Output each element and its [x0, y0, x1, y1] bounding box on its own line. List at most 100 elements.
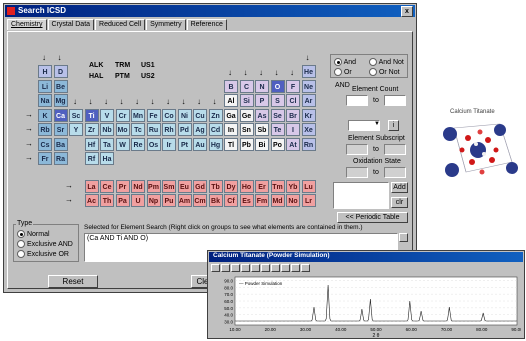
element-te[interactable]: Te [270, 123, 285, 136]
element-n[interactable]: N [255, 79, 269, 93]
element-cr[interactable]: Cr [115, 108, 130, 122]
element-be[interactable]: Be [53, 79, 68, 93]
info-button[interactable]: i [388, 120, 399, 131]
element-d[interactable]: D [53, 65, 68, 78]
element-b[interactable]: B [224, 79, 238, 93]
element-ti[interactable]: Ti [84, 108, 99, 122]
element-ru[interactable]: Ru [146, 123, 161, 136]
next-icon[interactable] [261, 264, 270, 272]
close-icon[interactable]: x [401, 6, 413, 17]
element-ir[interactable]: Ir [162, 137, 176, 151]
radio-or-not[interactable] [369, 68, 377, 76]
element-tc[interactable]: Tc [131, 123, 145, 136]
element-rn[interactable]: Rn [301, 137, 316, 151]
column-arrow-icon[interactable]: ↓ [259, 68, 263, 77]
prev-icon[interactable] [251, 264, 260, 272]
element-h[interactable]: H [38, 65, 52, 78]
element-tl[interactable]: Tl [224, 137, 238, 151]
chevron-down-icon[interactable]: ▼ [374, 121, 380, 127]
element-bi[interactable]: Bi [255, 137, 269, 151]
row-arrow-icon[interactable]: → [25, 139, 33, 148]
element-co[interactable]: Co [162, 108, 176, 122]
element-fm[interactable]: Fm [255, 194, 269, 208]
column-arrow-icon[interactable]: ↓ [290, 68, 294, 77]
column-arrow-icon[interactable]: ↓ [197, 97, 201, 106]
row-arrow-icon[interactable]: → [65, 181, 73, 190]
element-am[interactable]: Am [177, 194, 192, 208]
element-ba[interactable]: Ba [53, 137, 68, 151]
element-he[interactable]: He [301, 65, 316, 78]
column-arrow-icon[interactable]: ↓ [120, 97, 124, 106]
element-ac[interactable]: Ac [84, 194, 99, 208]
element-pb[interactable]: Pb [239, 137, 254, 151]
element-rf[interactable]: Rf [84, 152, 99, 165]
zoom-in-icon[interactable] [221, 264, 230, 272]
column-arrow-icon[interactable]: ↓ [306, 53, 310, 62]
option-or[interactable]: Or [334, 68, 352, 76]
row-arrow-icon[interactable]: → [65, 195, 73, 204]
element-s[interactable]: S [270, 94, 285, 107]
row-arrow-icon[interactable]: → [25, 124, 33, 133]
radio-exclusive-and[interactable] [17, 240, 25, 248]
element-sc[interactable]: Sc [69, 108, 83, 122]
column-arrow-icon[interactable]: ↓ [213, 97, 217, 106]
element-eu[interactable]: Eu [177, 179, 192, 193]
element-cm[interactable]: Cm [193, 194, 207, 208]
column-arrow-icon[interactable]: ↓ [166, 97, 170, 106]
periodic-table-button[interactable]: << Periodic Table [337, 212, 408, 223]
element-bk[interactable]: Bk [208, 194, 223, 208]
element-ca[interactable]: Ca [53, 108, 68, 122]
group-us2[interactable]: US2 [141, 73, 155, 80]
radio-and-not[interactable] [369, 58, 377, 66]
reset-button[interactable]: Reset [48, 275, 98, 288]
element-mg[interactable]: Mg [53, 94, 68, 107]
element-as[interactable]: As [255, 108, 269, 122]
group-ptm[interactable]: PTM [115, 73, 130, 80]
element-os[interactable]: Os [146, 137, 161, 151]
tab-symmetry[interactable]: Symmetry [146, 19, 186, 30]
axis-icon[interactable] [301, 264, 310, 272]
group-trm[interactable]: TRM [115, 62, 130, 69]
element-li[interactable]: Li [38, 79, 52, 93]
element-pa[interactable]: Pa [115, 194, 130, 208]
element-ge[interactable]: Ge [239, 108, 254, 122]
element-tb[interactable]: Tb [208, 179, 223, 193]
radio-exclusive-or[interactable] [17, 250, 25, 258]
last-icon[interactable] [271, 264, 280, 272]
element-cf[interactable]: Cf [224, 194, 238, 208]
element-v[interactable]: V [100, 108, 114, 122]
element-list-box[interactable] [333, 182, 389, 209]
tab-reference[interactable]: Reference [186, 19, 227, 30]
column-arrow-icon[interactable]: ↓ [228, 68, 232, 77]
element-sn[interactable]: Sn [239, 123, 254, 136]
element-pm[interactable]: Pm [146, 179, 161, 193]
element-in[interactable]: In [224, 123, 238, 136]
element-sr[interactable]: Sr [53, 123, 68, 136]
column-arrow-icon[interactable]: ↓ [73, 97, 77, 106]
group-us1[interactable]: US1 [141, 62, 155, 69]
element-cd[interactable]: Cd [208, 123, 223, 136]
element-y[interactable]: Y [69, 123, 83, 136]
zoom-out-icon[interactable] [231, 264, 240, 272]
column-arrow-icon[interactable]: ↓ [89, 97, 93, 106]
type-exclusive-and[interactable]: Exclusive AND [17, 240, 73, 248]
element-ni[interactable]: Ni [177, 108, 192, 122]
column-arrow-icon[interactable]: ↓ [135, 97, 139, 106]
element-la[interactable]: La [84, 179, 99, 193]
subscript-min[interactable] [346, 144, 368, 155]
option-or-not[interactable]: Or Not [369, 68, 400, 76]
element-fe[interactable]: Fe [146, 108, 161, 122]
selection-scroll-button[interactable] [399, 233, 408, 242]
element-se[interactable]: Se [270, 108, 285, 122]
tab-crystal-data[interactable]: Crystal Data [47, 19, 95, 30]
element-ag[interactable]: Ag [193, 123, 207, 136]
element-au[interactable]: Au [193, 137, 207, 151]
element-po[interactable]: Po [270, 137, 285, 151]
grid-icon[interactable] [281, 264, 290, 272]
radio-and[interactable] [334, 58, 342, 66]
element-es[interactable]: Es [239, 194, 254, 208]
element-at[interactable]: At [286, 137, 300, 151]
element-ta[interactable]: Ta [100, 137, 114, 151]
option-and-not[interactable]: And Not [369, 58, 404, 66]
element-yb[interactable]: Yb [286, 179, 300, 193]
